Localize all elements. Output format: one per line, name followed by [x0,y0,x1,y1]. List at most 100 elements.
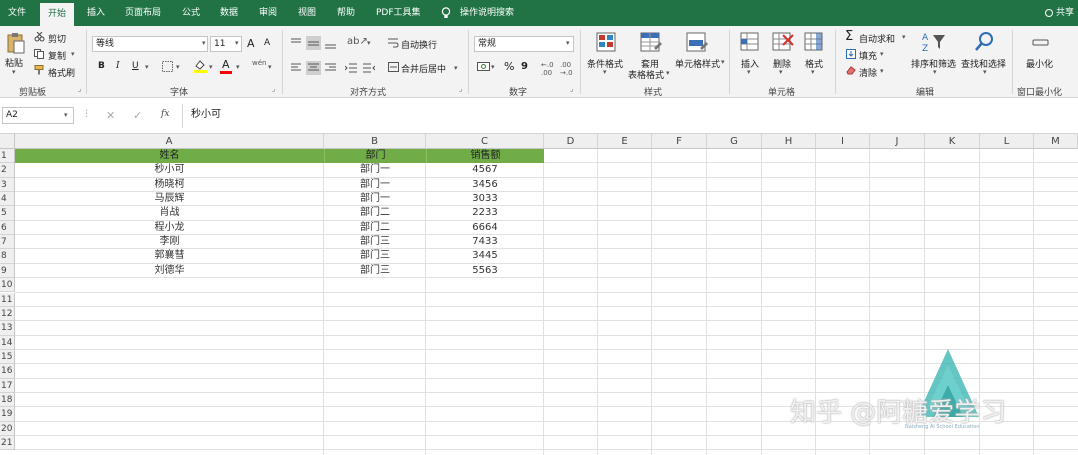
row-header-8[interactable]: 8 [0,249,15,264]
cell-name[interactable]: 肖战 [15,206,324,220]
row-header-16[interactable]: 16 [0,364,15,379]
decrease-decimal-icon[interactable]: .00 →.0 [560,61,573,77]
row-header-7[interactable]: 7 [0,235,15,250]
increase-decimal-icon[interactable]: ←.0.00 [541,61,554,77]
row-header-21[interactable]: 21 [0,436,15,451]
sort-filter-dropdown-icon[interactable]: ▾ [933,68,937,76]
grow-font-button[interactable]: A [247,37,255,50]
font-name-dropdown-icon[interactable]: ▾ [202,39,206,47]
alignment-launcher-icon[interactable]: ⌟ [459,85,462,93]
cell-dept[interactable]: 部门三 [324,264,426,278]
row-header-15[interactable]: 15 [0,349,15,365]
font-size-dropdown-icon[interactable]: ▾ [235,39,239,47]
sort-filter-icon[interactable]: A Z [922,31,946,53]
bold-button[interactable]: B [98,61,105,71]
cell-name[interactable]: 秒小可 [15,163,324,177]
column-header-j[interactable]: J [870,134,925,149]
cell-sales[interactable]: 6664 [426,221,544,235]
insert-cells-icon[interactable] [740,32,760,52]
cell-sales[interactable]: 4567 [426,163,544,177]
tab-insert[interactable]: 插入 [87,0,105,26]
cell-name[interactable]: 程小龙 [15,221,324,235]
row-header-4[interactable]: 4 [0,192,15,207]
row-header-6[interactable]: 6 [0,220,15,236]
header-cell-name[interactable]: 姓名 [15,149,324,163]
column-header-e[interactable]: E [598,134,652,149]
name-box-dropdown-icon[interactable]: ▾ [64,111,68,119]
cell-dept[interactable]: 部门三 [324,235,426,249]
column-header-l[interactable]: L [980,134,1034,149]
column-header-i[interactable]: I [816,134,870,149]
column-header-b[interactable]: B [324,134,426,149]
row-header-17[interactable]: 17 [0,378,15,393]
column-header-h[interactable]: H [762,134,816,149]
tab-formulas[interactable]: 公式 [182,0,200,26]
border-dropdown-icon[interactable]: ▾ [176,63,180,71]
clipboard-launcher-icon[interactable]: ⌟ [78,85,81,93]
cell-sales[interactable]: 5563 [426,264,544,278]
tab-review[interactable]: 审阅 [259,0,277,26]
column-header-d[interactable]: D [544,134,598,149]
cell-sales[interactable]: 2233 [426,206,544,220]
orientation-icon[interactable]: ab↗ [347,36,368,47]
conditional-format-icon[interactable] [596,32,618,54]
clear-dropdown-icon[interactable]: ▾ [880,67,884,75]
format-cells-icon[interactable] [804,32,824,52]
comma-style-button[interactable]: 9 [521,61,528,72]
column-header-c[interactable]: C [426,134,544,149]
row-header-12[interactable]: 12 [0,306,15,322]
copy-button[interactable]: 复制 [48,49,66,62]
row-header-19[interactable]: 19 [0,407,15,422]
minimize-button[interactable]: 最小化 [1026,57,1053,70]
paste-icon[interactable] [6,32,26,54]
cell-sales[interactable]: 3033 [426,192,544,206]
format-cells-dropdown-icon[interactable]: ▾ [811,68,815,76]
enter-icon[interactable]: ✓ [133,109,142,122]
cell-dept[interactable]: 部门一 [324,192,426,206]
copy-dropdown-icon[interactable]: ▾ [71,50,75,58]
cell-styles-icon[interactable] [686,32,708,54]
row-header-20[interactable]: 20 [0,421,15,436]
find-select-dropdown-icon[interactable]: ▾ [983,68,987,76]
merge-dropdown-icon[interactable]: ▾ [454,64,458,72]
cell-sales[interactable]: 7433 [426,235,544,249]
cell-dept[interactable]: 部门二 [324,221,426,235]
insert-cells-dropdown-icon[interactable]: ▾ [747,68,751,76]
wrap-text-button[interactable]: 自动换行 [401,38,437,51]
format-as-table-button[interactable]: 表格格式 [628,68,664,81]
clear-button[interactable]: 清除 [859,66,877,79]
fill-button[interactable]: 填充 [859,49,877,62]
row-header-10[interactable]: 10 [0,278,15,293]
tab-data[interactable]: 数据 [220,0,238,26]
cell-sales[interactable]: 3456 [426,178,544,192]
number-launcher-icon[interactable]: ⌟ [570,85,573,93]
row-header-13[interactable]: 13 [0,321,15,336]
tab-help[interactable]: 帮助 [337,0,355,26]
tell-me-search[interactable]: 操作说明搜索 [460,0,514,26]
tab-home[interactable]: 开始 [40,3,75,26]
column-header-k[interactable]: K [925,134,980,149]
autosum-dropdown-icon[interactable]: ▾ [902,33,906,41]
orientation-dropdown-icon[interactable]: ▾ [367,39,371,47]
format-as-table-icon[interactable] [640,32,662,54]
number-format-select[interactable]: 常规 [474,36,574,52]
header-cell-dept[interactable]: 部门 [324,149,426,163]
horizontal-align-icons[interactable] [289,61,339,75]
cell-sales[interactable]: 3445 [426,249,544,263]
fill-color-icon[interactable] [194,59,207,73]
conditional-format-dropdown-icon[interactable]: ▾ [603,68,607,76]
tab-pdf-tools[interactable]: PDF工具集 [376,0,421,26]
formula-input[interactable]: 秒小可 [186,107,1072,124]
format-painter-button[interactable]: 格式刷 [48,66,75,79]
fill-dropdown-icon[interactable]: ▾ [880,50,884,58]
merge-center-button[interactable]: 合并后居中 [401,62,446,75]
tab-file[interactable]: 文件 [8,0,26,26]
cut-button[interactable]: 剪切 [48,32,66,45]
font-color-button[interactable]: A [222,58,230,71]
underline-dropdown-icon[interactable]: ▾ [145,63,149,71]
share-button[interactable]: 共享 [1044,0,1074,26]
cell-dept[interactable]: 部门一 [324,163,426,177]
minimize-icon[interactable] [1032,39,1050,47]
number-format-dropdown-icon[interactable]: ▾ [566,39,570,47]
cell-name[interactable]: 李刚 [15,235,324,249]
